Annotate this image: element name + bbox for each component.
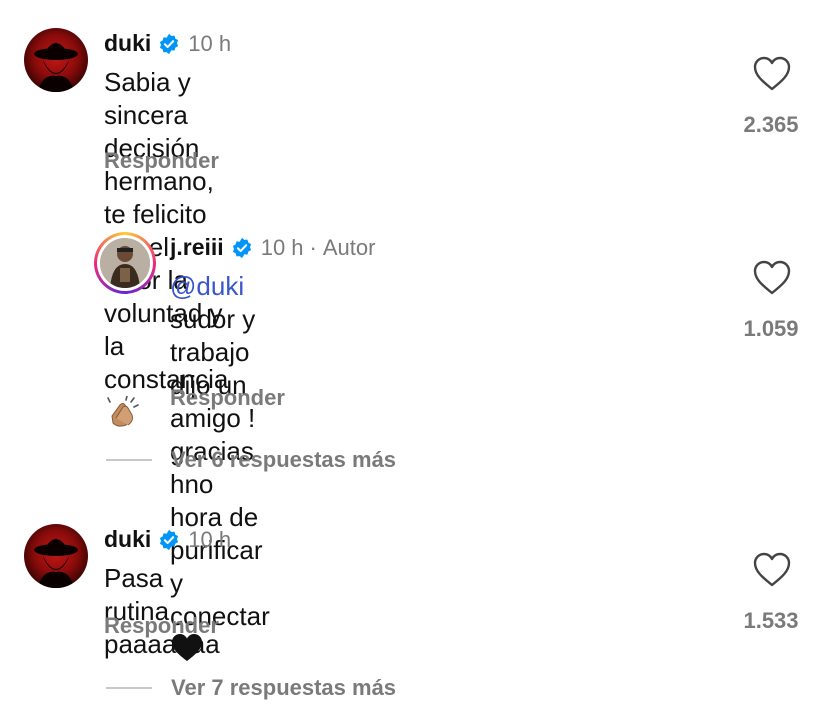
heart-outline-icon[interactable] bbox=[752, 260, 792, 296]
like-count: 1.533 bbox=[743, 608, 799, 633]
verified-badge-icon bbox=[158, 529, 180, 551]
like-count: 2.365 bbox=[743, 112, 799, 137]
username[interactable]: duki bbox=[104, 526, 151, 553]
comment-text-rest: sudor y trabajo dijo un amigo ! bbox=[170, 304, 256, 433]
verified-badge-icon bbox=[231, 237, 253, 259]
avatar-duki[interactable] bbox=[24, 524, 88, 588]
comment-header: duki 10 h bbox=[104, 30, 231, 57]
reply-button[interactable]: Responder bbox=[104, 148, 219, 174]
like-count: 1.059 bbox=[743, 316, 799, 341]
comment-header: j.reiii 10 h · Autor bbox=[170, 234, 375, 261]
view-more-label[interactable]: Ver 7 respuestas más bbox=[171, 675, 396, 701]
author-label: Autor bbox=[322, 234, 376, 260]
avatar-duki[interactable] bbox=[24, 28, 88, 92]
comment-header: duki 10 h bbox=[104, 526, 231, 553]
avatar-photo bbox=[100, 238, 150, 288]
view-more-replies[interactable]: Ver 7 respuestas más bbox=[106, 675, 396, 701]
reply-button[interactable]: Responder bbox=[170, 385, 285, 411]
heart-outline-icon[interactable] bbox=[752, 552, 792, 588]
timestamp: 10 h bbox=[188, 526, 232, 552]
reply-button[interactable]: Responder bbox=[104, 613, 219, 639]
verified-badge-icon bbox=[158, 33, 180, 55]
heart-outline-icon[interactable] bbox=[752, 56, 792, 92]
divider-line bbox=[106, 459, 152, 461]
view-more-label[interactable]: Ver 6 respuestas más bbox=[171, 447, 396, 473]
avatar-jreiii[interactable] bbox=[94, 232, 156, 294]
comment-text-line: Pasa rutina paaaaaaa bbox=[104, 563, 220, 659]
username[interactable]: j.reiii bbox=[170, 234, 224, 261]
mention-link[interactable]: @duki bbox=[170, 271, 244, 301]
divider-line bbox=[106, 687, 152, 689]
separator: · bbox=[309, 234, 317, 260]
timestamp: 10 h bbox=[188, 30, 232, 56]
comment-text: Pasa rutina paaaaaaa bbox=[104, 562, 220, 661]
timestamp: 10 h bbox=[260, 234, 304, 260]
view-more-replies[interactable]: Ver 6 respuestas más bbox=[106, 447, 396, 473]
username[interactable]: duki bbox=[104, 30, 151, 57]
clapping-hands-emoji bbox=[106, 395, 140, 436]
